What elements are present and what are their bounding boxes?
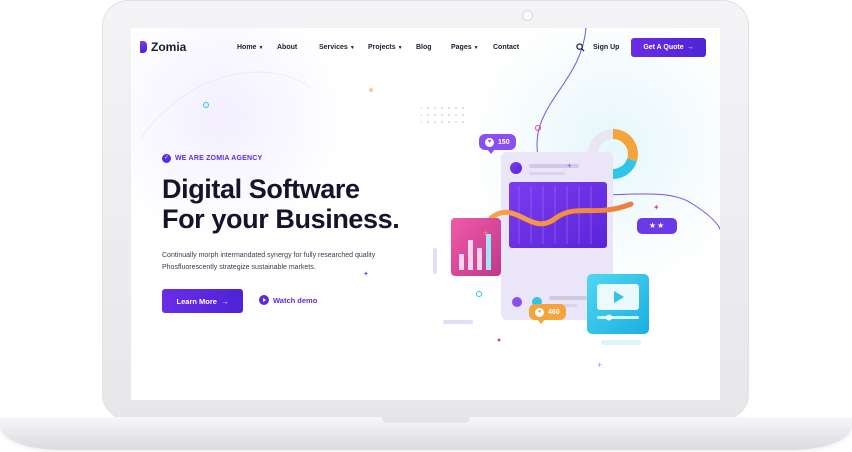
arrow-right-icon: →: [220, 296, 229, 306]
logo-text: Zomia: [151, 40, 187, 54]
svg-text:+: +: [597, 360, 602, 370]
camera-icon: [522, 10, 533, 21]
eye-icon: ●: [535, 307, 544, 317]
signup-link[interactable]: Sign Up: [593, 44, 619, 51]
nav-item-label: Home: [237, 44, 257, 51]
get-quote-button[interactable]: Get A Quote →: [631, 38, 706, 57]
hero-tag: ✓ WE ARE ZOMIA AGENCY: [162, 154, 262, 163]
learn-more-button[interactable]: Learn More →: [162, 289, 243, 313]
nav-item-projects[interactable]: Projects ▼: [368, 44, 403, 51]
check-icon: ✓: [162, 154, 171, 163]
nav-item-blog[interactable]: Blog: [416, 44, 432, 51]
logo-icon: [140, 41, 147, 53]
hero-description-line: Continually morph intermandated synergy …: [162, 252, 376, 259]
watch-demo-label: Watch demo: [273, 295, 318, 305]
nav-item-label: Contact: [493, 44, 520, 51]
nav-item-label: Services: [319, 44, 348, 51]
likes-bubble: ♥ 150: [479, 134, 516, 154]
hero-description: Continually morph intermandated synergy …: [162, 250, 375, 274]
svg-text:✦: ✦: [653, 203, 660, 212]
hero-title-line: Digital Software: [162, 174, 360, 204]
hero-title-line: For your Business.: [162, 204, 400, 234]
svg-text:+: +: [567, 161, 572, 170]
nav-item-label: Blog: [416, 44, 432, 51]
chevron-down-icon: ▼: [258, 45, 264, 51]
likes-count: 150: [498, 138, 510, 146]
svg-text:+: +: [483, 228, 488, 238]
hero-tag-text: WE ARE ZOMIA AGENCY: [175, 155, 263, 162]
views-count: 460: [548, 308, 560, 316]
top-nav: Zomia Home ▼ About Services ▼ Projects ▼ Bl…: [131, 28, 720, 68]
nav-item-pages[interactable]: Pages ▼: [451, 44, 479, 51]
hero-description-line: Phosfluorescently strategize sustainable…: [162, 264, 316, 271]
play-icon: [259, 295, 269, 305]
illustration-graphic: + + + ✦: [421, 107, 660, 370]
nav-item-label: About: [277, 44, 298, 51]
nav-item-services[interactable]: Services ▼: [319, 44, 355, 51]
nav-item-contact[interactable]: Contact: [493, 44, 519, 51]
chevron-down-icon: ▼: [397, 45, 403, 51]
learn-more-label: Learn More: [176, 296, 217, 306]
logo[interactable]: Zomia: [140, 40, 186, 54]
website-screen: ✦ Zomia Home ▼ About Services ▼ Projects ▼ …: [131, 28, 720, 400]
nav-item-label: Projects: [368, 44, 396, 51]
nav-item-about[interactable]: About: [277, 44, 297, 51]
rating-badge: ★★: [637, 218, 677, 234]
chevron-down-icon: ▼: [349, 45, 355, 51]
hero-title: Digital Software For your Business.: [162, 174, 400, 234]
views-bubble: ● 460: [529, 304, 566, 324]
laptop-base: [0, 417, 852, 450]
chevron-down-icon: ▼: [473, 45, 479, 51]
laptop-notch: [382, 417, 470, 423]
watch-demo-link[interactable]: Watch demo: [259, 295, 317, 305]
search-icon[interactable]: [576, 43, 585, 52]
nav-item-label: Pages: [451, 44, 472, 51]
nav-item-home[interactable]: Home ▼: [237, 44, 263, 51]
heart-icon: ♥: [485, 137, 494, 147]
arrow-right-icon: →: [686, 44, 694, 51]
get-quote-label: Get A Quote: [643, 44, 684, 51]
hero-illustration: + + + ✦ ♥ 150 ● 460 ★★: [421, 68, 720, 398]
